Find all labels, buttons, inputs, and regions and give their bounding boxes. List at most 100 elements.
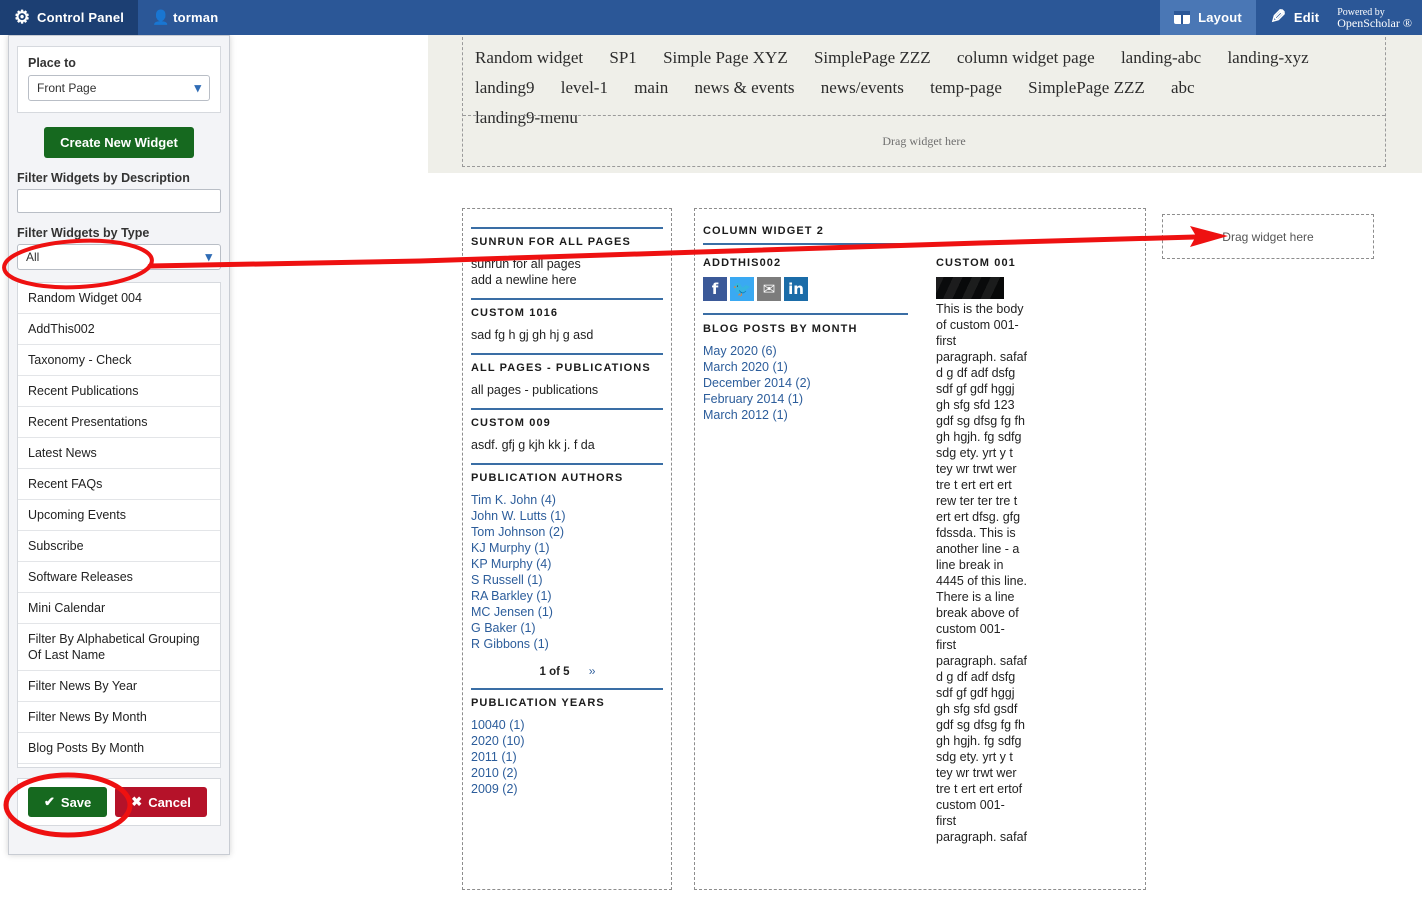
widget-list-item[interactable]: Recent FAQs [18, 469, 220, 500]
blog-month-link[interactable]: December 2014 (2) [703, 375, 908, 391]
email-icon[interactable]: ✉ [757, 277, 781, 301]
custom-001-body: This is the body of custom 001- first pa… [936, 301, 1041, 845]
custom-line: d g df adf dsfg [936, 365, 1041, 381]
blog-month-link[interactable]: February 2014 (1) [703, 391, 908, 407]
widget-column-left[interactable]: SUNRUN FOR ALL PAGES sunrun for all page… [462, 208, 672, 890]
filter-type-value: All [26, 250, 39, 264]
cancel-button[interactable]: ✖ Cancel [115, 787, 207, 817]
author-link[interactable]: KJ Murphy (1) [471, 540, 663, 556]
user-name-label: torman [173, 10, 218, 25]
create-new-widget-button[interactable]: Create New Widget [44, 127, 194, 158]
filter-description-input[interactable] [17, 189, 221, 213]
filter-type-label: Filter Widgets by Type [17, 226, 221, 240]
author-link[interactable]: Tim K. John (4) [471, 492, 663, 508]
year-link[interactable]: 2011 (1) [471, 749, 663, 765]
author-link[interactable]: S Russell (1) [471, 572, 663, 588]
nav-link[interactable]: Simple Page XYZ [663, 48, 788, 67]
year-link[interactable]: 2010 (2) [471, 765, 663, 781]
layout-button-label: Layout [1198, 10, 1242, 25]
widget-list-item[interactable]: Section Nav For Main - 2633 [18, 764, 220, 768]
drop-zone-top[interactable]: Drag widget here [463, 115, 1385, 167]
widget-all-pages-publications: ALL PAGES - PUBLICATIONS all pages - pub… [471, 353, 663, 398]
custom-line: tre t ert ert ertof [936, 781, 1041, 797]
widget-list-item[interactable]: Blog Posts By Month [18, 733, 220, 764]
author-link[interactable]: R Gibbons (1) [471, 636, 663, 652]
nav-link[interactable]: abc [1171, 78, 1195, 97]
widget-list-item[interactable]: Latest News [18, 438, 220, 469]
nav-link[interactable]: main [634, 78, 668, 97]
nav-link[interactable]: landing-abc [1121, 48, 1201, 67]
widget-list[interactable]: Random Widget 004 AddThis002 Taxonomy - … [17, 282, 221, 768]
year-link[interactable]: 2009 (2) [471, 781, 663, 797]
edit-button[interactable]: Edit [1256, 0, 1333, 35]
linkedin-icon[interactable]: in [784, 277, 808, 301]
widget-body: all pages - publications [471, 382, 663, 398]
widget-list-item[interactable]: Taxonomy - Check [18, 345, 220, 376]
widget-list-item[interactable]: Upcoming Events [18, 500, 220, 531]
drop-zone-right[interactable]: Drag widget here [1162, 214, 1374, 259]
widget-body-line: all pages - publications [471, 382, 663, 398]
twitter-icon[interactable]: 🐦 [730, 277, 754, 301]
widget-rule [471, 463, 663, 465]
year-link[interactable]: 2020 (10) [471, 733, 663, 749]
author-link[interactable]: MC Jensen (1) [471, 604, 663, 620]
year-link[interactable]: 10040 (1) [471, 717, 663, 733]
place-to-value: Front Page [37, 81, 96, 95]
layout-button[interactable]: Layout [1160, 0, 1256, 35]
widget-column-right[interactable]: Drag widget here [1162, 208, 1412, 258]
widget-list-item[interactable]: Recent Publications [18, 376, 220, 407]
author-link[interactable]: G Baker (1) [471, 620, 663, 636]
nav-link[interactable]: landing-xyz [1227, 48, 1308, 67]
blog-month-link[interactable]: March 2012 (1) [703, 407, 908, 423]
custom-line: 4445 of this line. [936, 573, 1041, 589]
custom-line: There is a line [936, 589, 1041, 605]
place-to-select[interactable]: Front Page ▾ [28, 75, 210, 101]
nav-link[interactable]: landing9 [475, 78, 535, 97]
nav-link[interactable]: SP1 [609, 48, 636, 67]
widget-body-line: add a newline here [471, 272, 663, 288]
nav-link[interactable]: news/events [821, 78, 904, 97]
widget-rule [471, 353, 663, 355]
nav-link[interactable]: column widget page [957, 48, 1095, 67]
widget-list-item[interactable]: Filter News By Year [18, 671, 220, 702]
control-panel-tab[interactable]: Control Panel [0, 0, 138, 35]
user-menu[interactable]: torman [138, 0, 232, 35]
custom-line: custom 001- [936, 621, 1041, 637]
filter-type-select[interactable]: All ▾ [17, 244, 221, 270]
widget-list-item[interactable]: Recent Presentations [18, 407, 220, 438]
cancel-button-label: Cancel [148, 795, 191, 810]
nav-link[interactable]: level-1 [561, 78, 608, 97]
pager-next-icon[interactable]: ›› [589, 666, 595, 678]
nav-link[interactable]: SimplePage ZZZ [1028, 78, 1145, 97]
widget-custom-009: CUSTOM 009 asdf. gfj g kjh kk j. f da [471, 408, 663, 453]
widget-list-item[interactable]: Software Releases [18, 562, 220, 593]
widget-list-item[interactable]: Random Widget 004 [18, 283, 220, 314]
blog-month-link[interactable]: May 2020 (6) [703, 343, 908, 359]
facebook-icon[interactable]: f [703, 277, 727, 301]
widget-list-item[interactable]: Filter By Alphabetical Grouping Of Last … [18, 624, 220, 671]
widget-custom-1016: CUSTOM 1016 sad fg h gj gh hj g asd [471, 298, 663, 343]
nav-link[interactable]: temp-page [930, 78, 1002, 97]
nav-link[interactable]: news & events [694, 78, 794, 97]
widget-column-middle[interactable]: COLUMN WIDGET 2 ADDTHIS002 f 🐦 ✉ in BLOG… [694, 208, 1146, 890]
widget-list-item[interactable]: Subscribe [18, 531, 220, 562]
filter-description-label: Filter Widgets by Description [17, 171, 221, 185]
author-link[interactable]: John W. Lutts (1) [471, 508, 663, 524]
author-link[interactable]: Tom Johnson (2) [471, 524, 663, 540]
drop-zone-right-label: Drag widget here [1222, 230, 1313, 244]
nav-link[interactable]: Random widget [475, 48, 583, 67]
custom-line: gdf sg dfsg fg fh [936, 413, 1041, 429]
widget-list-item[interactable]: AddThis002 [18, 314, 220, 345]
widget-columns: SUNRUN FOR ALL PAGES sunrun for all page… [462, 208, 1412, 898]
save-button[interactable]: ✔ Save [28, 787, 107, 817]
save-button-label: Save [61, 795, 91, 810]
widget-list-item[interactable]: Mini Calendar [18, 593, 220, 624]
blog-month-link[interactable]: March 2020 (1) [703, 359, 908, 375]
widget-list-item[interactable]: Filter News By Month [18, 702, 220, 733]
custom-line: d g df adf dsfg [936, 669, 1041, 685]
widget-body: sad fg h gj gh hj g asd [471, 327, 663, 343]
widget-rule [471, 298, 663, 300]
author-link[interactable]: KP Murphy (4) [471, 556, 663, 572]
author-link[interactable]: RA Barkley (1) [471, 588, 663, 604]
nav-link[interactable]: SimplePage ZZZ [814, 48, 931, 67]
